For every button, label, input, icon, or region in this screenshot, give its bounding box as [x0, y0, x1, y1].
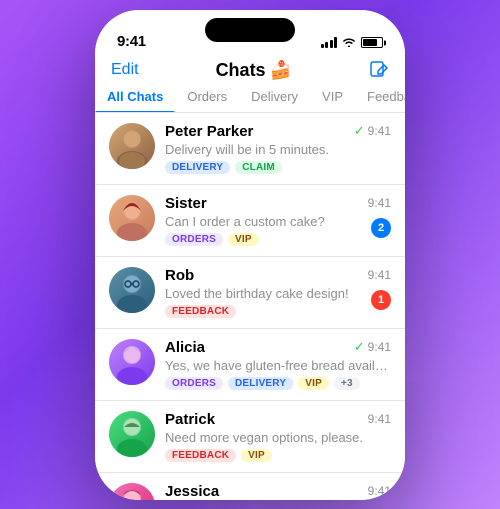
edit-button[interactable]: Edit: [111, 61, 139, 79]
tag-feedback: FEEDBACK: [165, 449, 236, 462]
chat-time: ✓ 9:41: [354, 123, 391, 139]
chat-content: Alicia ✓ 9:41 Yes, we have gluten-free b…: [165, 339, 391, 390]
avatar: [109, 339, 155, 385]
tag-more: +3: [334, 377, 360, 390]
chat-time: 9:41: [368, 412, 391, 426]
tags-row: DELIVERY CLAIM: [165, 161, 391, 174]
chat-time: 9:41: [368, 268, 391, 282]
tag-vip: VIP: [241, 449, 272, 462]
wifi-icon: [342, 36, 356, 50]
chat-item-sister[interactable]: Sister 9:41 Can I order a custom cake? O…: [95, 185, 405, 257]
chat-item-peter-parker[interactable]: Peter Parker ✓ 9:41 Delivery will be in …: [95, 113, 405, 185]
phone-frame: 9:41 Edit Chats 🍰: [95, 10, 405, 500]
chat-name: Sister: [165, 195, 207, 212]
chat-name: Peter Parker: [165, 123, 253, 140]
chat-name: Jessica: [165, 483, 219, 500]
tags-row: FEEDBACK: [165, 305, 391, 318]
tab-feedback[interactable]: Feedback: [355, 89, 405, 112]
avatar: [109, 195, 155, 241]
unread-badge: 1: [371, 290, 391, 310]
avatar: [109, 123, 155, 169]
header: Edit Chats 🍰: [95, 54, 405, 81]
tag-claim: CLAIM: [235, 161, 282, 174]
compose-button[interactable]: [369, 60, 389, 80]
chat-time: 9:41: [368, 484, 391, 498]
tag-delivery: DELIVERY: [228, 377, 293, 390]
chat-preview: Yes, we have gluten-free bread available…: [165, 358, 391, 373]
chat-item-alicia[interactable]: Alicia ✓ 9:41 Yes, we have gluten-free b…: [95, 329, 405, 401]
tab-orders[interactable]: Orders: [175, 89, 239, 112]
chat-content: Jessica 9:41 Nice, got it.: [165, 483, 391, 500]
status-time: 9:41: [117, 33, 146, 50]
tag-orders: ORDERS: [165, 233, 223, 246]
tag-delivery: DELIVERY: [165, 161, 230, 174]
dynamic-island: [205, 18, 295, 42]
chat-time: 9:41: [368, 196, 391, 210]
chat-preview: Need more vegan options, please.: [165, 430, 391, 445]
tab-vip[interactable]: VIP: [310, 89, 355, 112]
battery-icon: [361, 37, 383, 48]
chat-time: ✓ 9:41: [354, 339, 391, 355]
chat-preview: Delivery will be in 5 minutes.: [165, 142, 391, 157]
page-title: Chats 🍰: [216, 60, 292, 81]
tab-delivery[interactable]: Delivery: [239, 89, 310, 112]
chat-list: Peter Parker ✓ 9:41 Delivery will be in …: [95, 113, 405, 500]
chat-content: Sister 9:41 Can I order a custom cake? O…: [165, 195, 391, 246]
avatar: [109, 267, 155, 313]
tags-row: ORDERS DELIVERY VIP +3: [165, 377, 391, 390]
chat-preview: Loved the birthday cake design!: [165, 286, 391, 301]
tag-vip: VIP: [298, 377, 329, 390]
double-check-icon: ✓: [354, 339, 365, 355]
chat-name: Rob: [165, 267, 194, 284]
double-check-icon: ✓: [354, 123, 365, 139]
status-icons: [321, 36, 384, 50]
tags-row: FEEDBACK VIP: [165, 449, 391, 462]
tab-all-chats[interactable]: All Chats: [95, 89, 175, 112]
chat-item-patrick[interactable]: Patrick 9:41 Need more vegan options, pl…: [95, 401, 405, 473]
avatar: [109, 411, 155, 457]
tab-bar: All Chats Orders Delivery VIP Feedback: [95, 81, 405, 113]
avatar: [109, 483, 155, 500]
chat-content: Peter Parker ✓ 9:41 Delivery will be in …: [165, 123, 391, 174]
chat-content: Rob 9:41 Loved the birthday cake design!…: [165, 267, 391, 318]
tag-feedback: FEEDBACK: [165, 305, 236, 318]
tag-orders: ORDERS: [165, 377, 223, 390]
chat-item-rob[interactable]: Rob 9:41 Loved the birthday cake design!…: [95, 257, 405, 329]
signal-icon: [321, 37, 338, 48]
chat-preview: Can I order a custom cake?: [165, 214, 391, 229]
unread-badge: 2: [371, 218, 391, 238]
tag-vip: VIP: [228, 233, 259, 246]
chat-name: Alicia: [165, 339, 205, 356]
chat-content: Patrick 9:41 Need more vegan options, pl…: [165, 411, 391, 462]
tags-row: ORDERS VIP: [165, 233, 391, 246]
chat-item-jessica[interactable]: Jessica 9:41 Nice, got it.: [95, 473, 405, 500]
chat-name: Patrick: [165, 411, 215, 428]
